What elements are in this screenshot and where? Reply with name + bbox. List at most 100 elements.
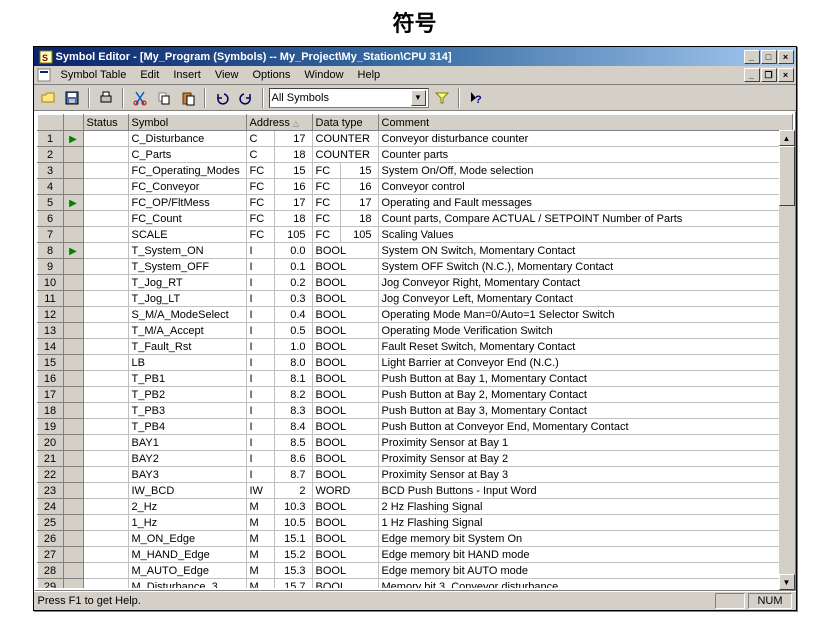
row-header[interactable]: 19: [37, 419, 63, 435]
comment-cell[interactable]: Push Button at Bay 3, Momentary Contact: [378, 403, 792, 419]
address-type-cell[interactable]: M: [246, 579, 274, 589]
datatype-cell[interactable]: BOOL: [312, 323, 378, 339]
table-row[interactable]: 5▶FC_OP/FltMessFC17FC17Operating and Fau…: [37, 195, 792, 211]
table-row[interactable]: 23IW_BCDIW2WORDBCD Push Buttons - Input …: [37, 483, 792, 499]
datatype-cell[interactable]: BOOL: [312, 467, 378, 483]
menu-view[interactable]: View: [208, 67, 246, 83]
symbol-cell[interactable]: S_M/A_ModeSelect: [128, 307, 246, 323]
symbol-cell[interactable]: BAY3: [128, 467, 246, 483]
comment-cell[interactable]: Push Button at Conveyor End, Momentary C…: [378, 419, 792, 435]
minimize-button[interactable]: _: [744, 50, 760, 64]
address-num-cell[interactable]: 8.6: [274, 451, 312, 467]
address-type-cell[interactable]: I: [246, 275, 274, 291]
datatype-cell[interactable]: BOOL: [312, 579, 378, 589]
status-cell[interactable]: [83, 563, 128, 579]
row-header[interactable]: 24: [37, 499, 63, 515]
datatype-num-cell[interactable]: 17: [340, 195, 378, 211]
row-header[interactable]: 21: [37, 451, 63, 467]
comment-cell[interactable]: Proximity Sensor at Bay 3: [378, 467, 792, 483]
address-type-cell[interactable]: I: [246, 307, 274, 323]
symbol-cell[interactable]: T_PB2: [128, 387, 246, 403]
address-type-cell[interactable]: I: [246, 243, 274, 259]
datatype-cell[interactable]: BOOL: [312, 547, 378, 563]
comment-cell[interactable]: Fault Reset Switch, Momentary Contact: [378, 339, 792, 355]
table-row[interactable]: 2C_PartsC18COUNTERCounter parts: [37, 147, 792, 163]
menu-insert[interactable]: Insert: [166, 67, 208, 83]
scroll-down-button[interactable]: ▼: [779, 574, 795, 590]
datatype-cell[interactable]: BOOL: [312, 499, 378, 515]
copy-button[interactable]: [153, 87, 175, 109]
datatype-cell[interactable]: BOOL: [312, 451, 378, 467]
maximize-button[interactable]: □: [761, 50, 777, 64]
symbol-header[interactable]: Symbol: [128, 115, 246, 131]
address-type-cell[interactable]: IW: [246, 483, 274, 499]
status-cell[interactable]: [83, 147, 128, 163]
comment-cell[interactable]: Edge memory bit HAND mode: [378, 547, 792, 563]
table-row[interactable]: 17T_PB2I8.2BOOLPush Button at Bay 2, Mom…: [37, 387, 792, 403]
status-cell[interactable]: [83, 259, 128, 275]
comment-cell[interactable]: Light Barrier at Conveyor End (N.C.): [378, 355, 792, 371]
comment-cell[interactable]: Operating Mode Man=0/Auto=1 Selector Swi…: [378, 307, 792, 323]
status-cell[interactable]: [83, 355, 128, 371]
address-num-cell[interactable]: 15.3: [274, 563, 312, 579]
address-num-cell[interactable]: 8.4: [274, 419, 312, 435]
datatype-num-cell[interactable]: 105: [340, 227, 378, 243]
menu-help[interactable]: Help: [351, 67, 388, 83]
status-cell[interactable]: [83, 435, 128, 451]
datatype-cell[interactable]: COUNTER: [312, 147, 378, 163]
address-header[interactable]: Address△: [246, 115, 312, 131]
chevron-down-icon[interactable]: ▼: [411, 90, 426, 106]
table-row[interactable]: 12S_M/A_ModeSelectI0.4BOOLOperating Mode…: [37, 307, 792, 323]
address-type-cell[interactable]: I: [246, 419, 274, 435]
row-header[interactable]: 20: [37, 435, 63, 451]
datatype-num-cell[interactable]: 18: [340, 211, 378, 227]
row-header[interactable]: 6: [37, 211, 63, 227]
symbol-cell[interactable]: 1_Hz: [128, 515, 246, 531]
comment-cell[interactable]: Conveyor disturbance counter: [378, 131, 792, 147]
row-header[interactable]: 2: [37, 147, 63, 163]
status-cell[interactable]: [83, 291, 128, 307]
datatype-cell[interactable]: BOOL: [312, 371, 378, 387]
comment-cell[interactable]: System ON Switch, Momentary Contact: [378, 243, 792, 259]
row-header[interactable]: 17: [37, 387, 63, 403]
address-num-cell[interactable]: 8.2: [274, 387, 312, 403]
address-num-cell[interactable]: 2: [274, 483, 312, 499]
status-cell[interactable]: [83, 179, 128, 195]
status-cell[interactable]: [83, 419, 128, 435]
table-row[interactable]: 29M_Disturbance_3M15.7BOOLMemory bit 3. …: [37, 579, 792, 589]
datatype-cell[interactable]: BOOL: [312, 307, 378, 323]
paste-button[interactable]: [177, 87, 199, 109]
corner-header[interactable]: [37, 115, 63, 131]
address-num-cell[interactable]: 15.7: [274, 579, 312, 589]
comment-cell[interactable]: Operating Mode Verification Switch: [378, 323, 792, 339]
vertical-scrollbar[interactable]: ▲ ▼: [779, 130, 795, 590]
table-row[interactable]: 251_HzM10.5BOOL1 Hz Flashing Signal: [37, 515, 792, 531]
redo-button[interactable]: [235, 87, 257, 109]
status-cell[interactable]: [83, 195, 128, 211]
symbol-cell[interactable]: FC_Operating_Modes: [128, 163, 246, 179]
table-row[interactable]: 18T_PB3I8.3BOOLPush Button at Bay 3, Mom…: [37, 403, 792, 419]
table-row[interactable]: 16T_PB1I8.1BOOLPush Button at Bay 1, Mom…: [37, 371, 792, 387]
table-row[interactable]: 10T_Jog_RTI0.2BOOLJog Conveyor Right, Mo…: [37, 275, 792, 291]
status-cell[interactable]: [83, 515, 128, 531]
comment-cell[interactable]: Operating and Fault messages: [378, 195, 792, 211]
address-type-cell[interactable]: C: [246, 131, 274, 147]
datatype-type-cell[interactable]: FC: [312, 179, 340, 195]
symbol-cell[interactable]: T_Jog_LT: [128, 291, 246, 307]
status-cell[interactable]: [83, 323, 128, 339]
symbol-cell[interactable]: C_Parts: [128, 147, 246, 163]
status-cell[interactable]: [83, 531, 128, 547]
row-header[interactable]: 1: [37, 131, 63, 147]
symbol-cell[interactable]: T_Jog_RT: [128, 275, 246, 291]
row-header[interactable]: 15: [37, 355, 63, 371]
address-type-cell[interactable]: FC: [246, 163, 274, 179]
table-row[interactable]: 242_HzM10.3BOOL2 Hz Flashing Signal: [37, 499, 792, 515]
symbol-cell[interactable]: T_Fault_Rst: [128, 339, 246, 355]
row-header[interactable]: 4: [37, 179, 63, 195]
datatype-cell[interactable]: BOOL: [312, 339, 378, 355]
symbol-cell[interactable]: T_PB3: [128, 403, 246, 419]
datatype-type-cell[interactable]: FC: [312, 163, 340, 179]
mdi-restore-button[interactable]: ❐: [761, 68, 777, 82]
datatype-num-cell[interactable]: 15: [340, 163, 378, 179]
datatype-cell[interactable]: BOOL: [312, 531, 378, 547]
